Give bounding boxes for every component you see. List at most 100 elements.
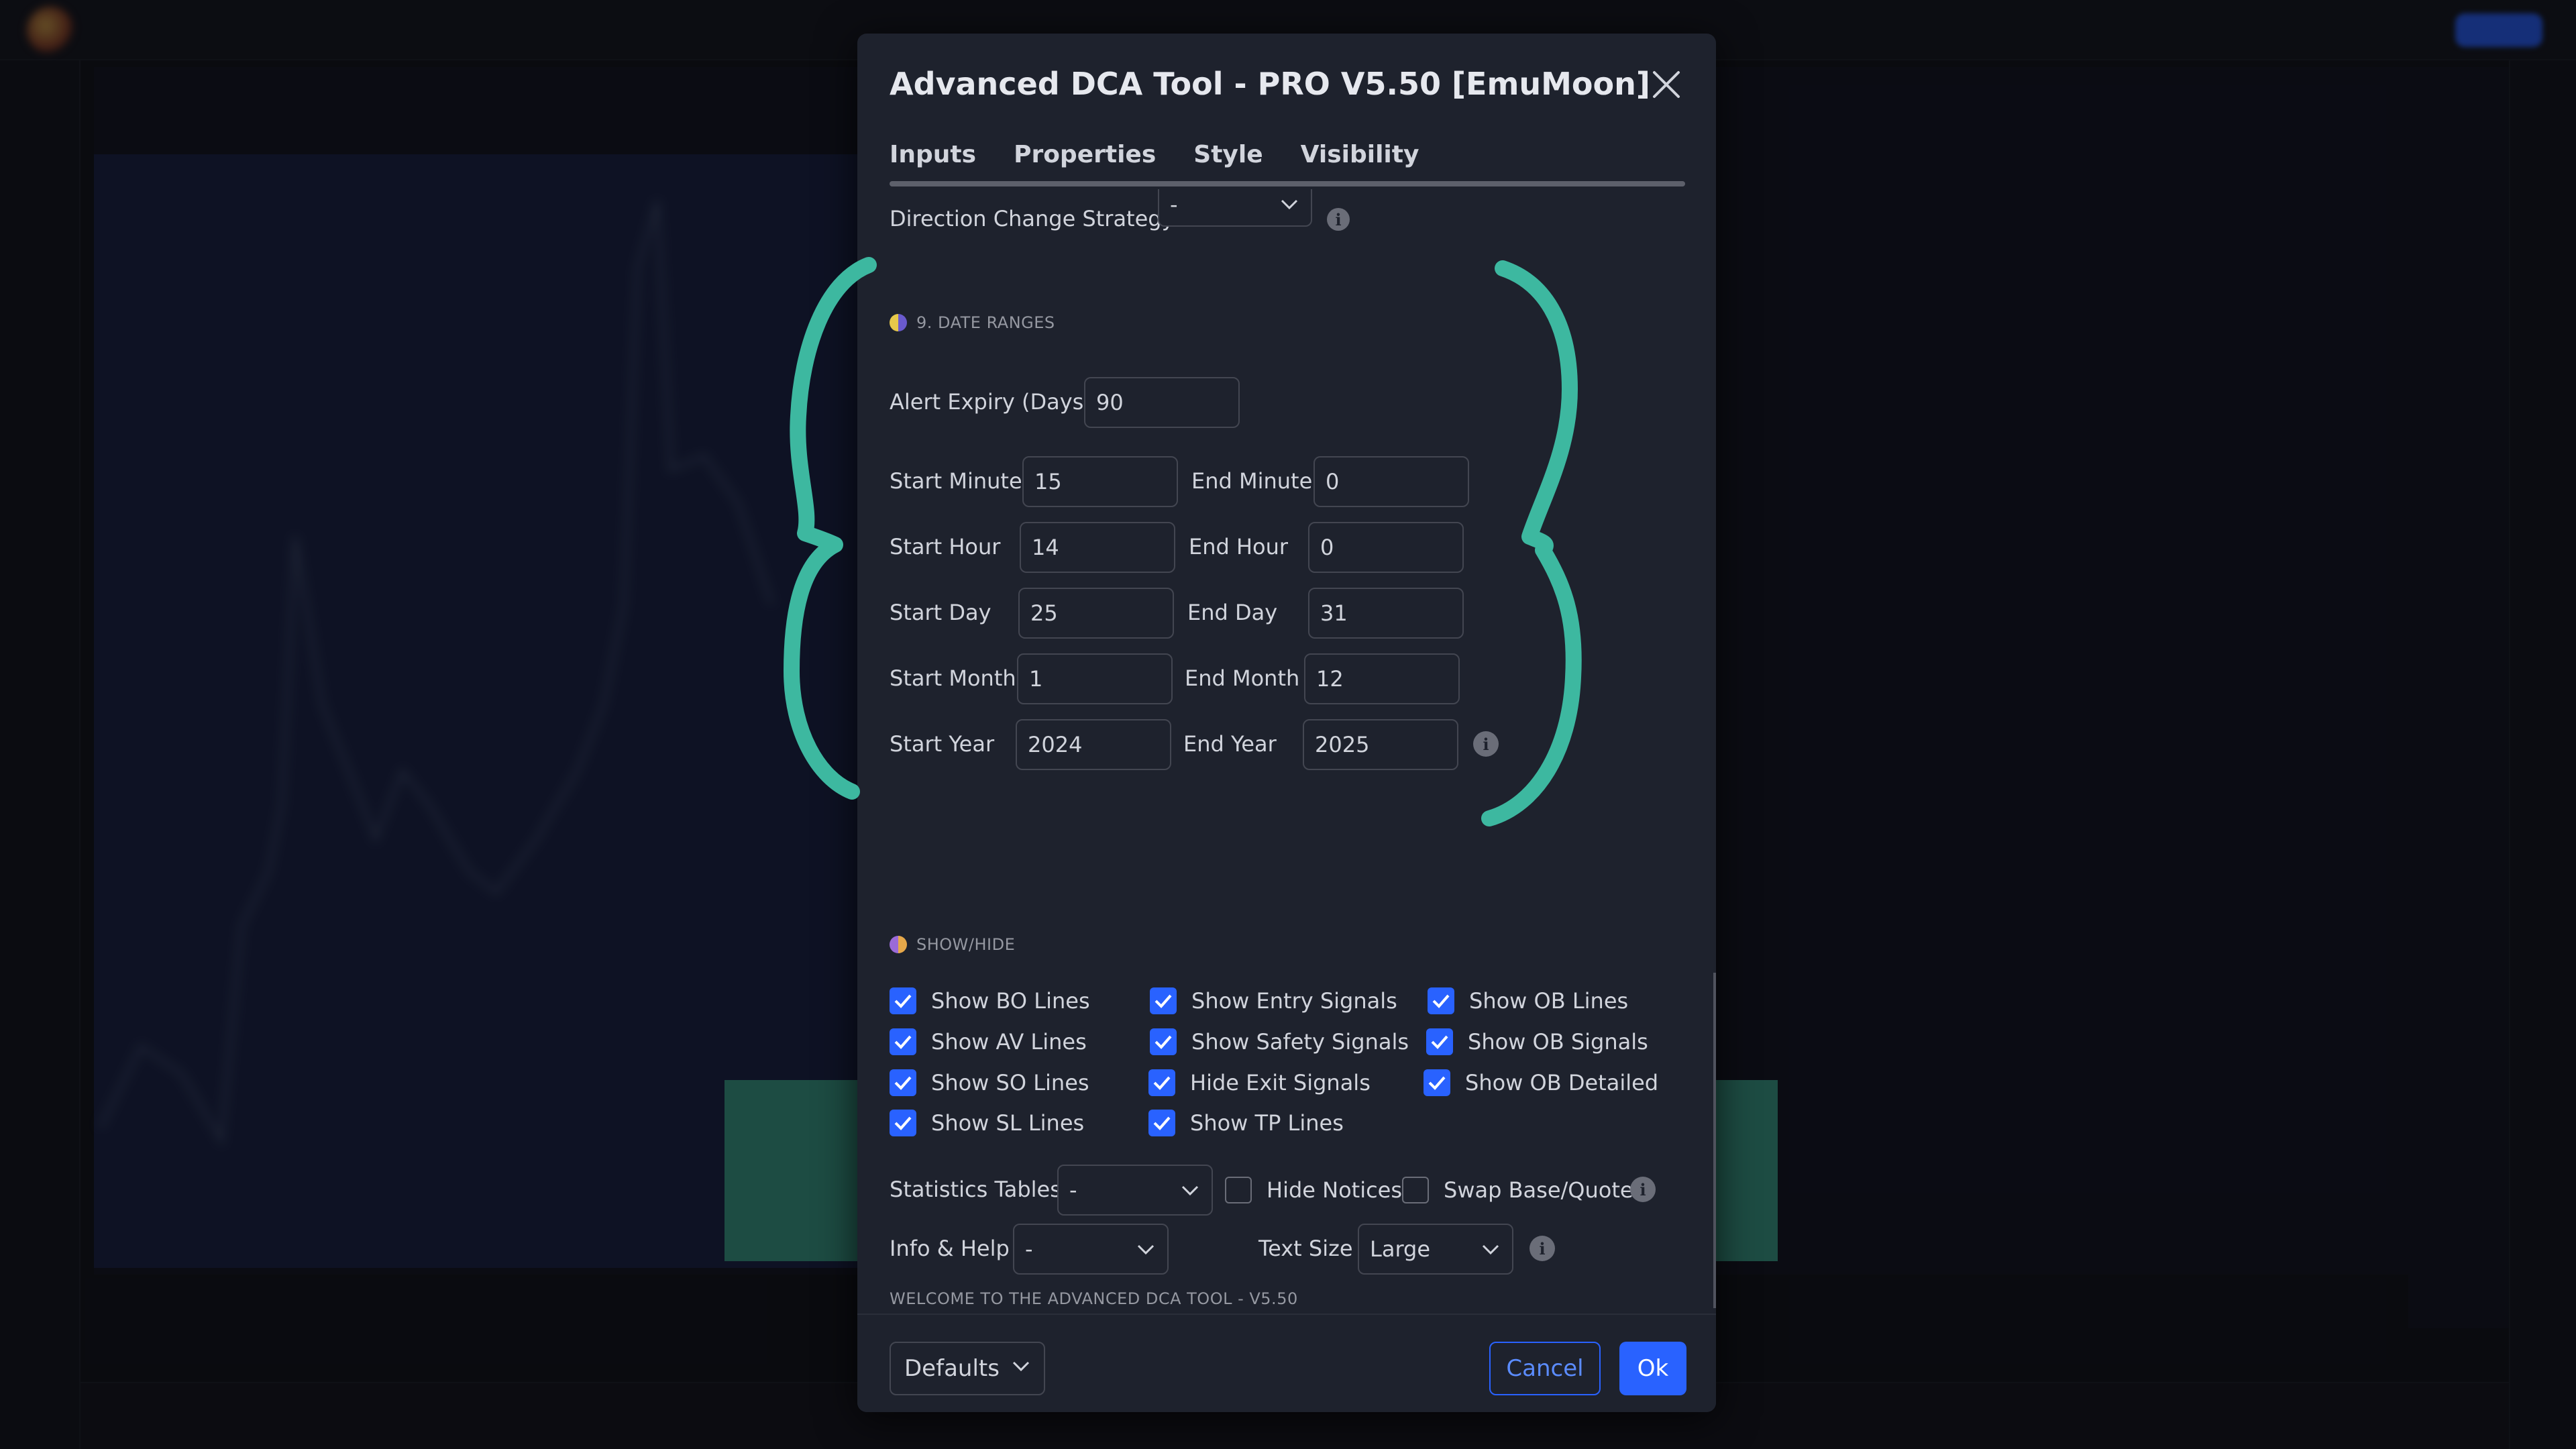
section-welcome-heading: WELCOME TO THE ADVANCED DCA TOOL - V5.50	[890, 1289, 1298, 1308]
statistics-tables-label: Statistics Tables	[890, 1177, 1061, 1202]
start-hour-label: Start Hour	[890, 534, 1001, 559]
start-month-label: Start Month	[890, 665, 1016, 691]
checkbox-label: Show Entry Signals	[1191, 988, 1397, 1014]
checkmark-icon	[890, 1110, 916, 1136]
section-welcome: WELCOME TO THE ADVANCED DCA TOOL - V5.50	[890, 1289, 1298, 1308]
alert-expiry-label: Alert Expiry (Days)	[890, 389, 1092, 415]
close-icon	[1653, 71, 1680, 98]
end-minute-input[interactable]	[1313, 456, 1469, 507]
end-day-label: End Day	[1187, 600, 1278, 625]
end-hour-label: End Hour	[1189, 534, 1289, 559]
chevron-down-icon	[1181, 1185, 1199, 1196]
direction-change-strategy-select[interactable]: -	[1158, 189, 1312, 227]
checkbox-label: Show SO Lines	[931, 1070, 1089, 1095]
section-show-hide: SHOW/HIDE	[890, 935, 1015, 954]
cancel-button[interactable]: Cancel	[1489, 1342, 1601, 1395]
tab-scrollbar[interactable]	[890, 181, 1685, 186]
tab-style[interactable]: Style	[1193, 141, 1263, 168]
end-year-input[interactable]	[1303, 719, 1458, 770]
checkbox-label: Show AV Lines	[931, 1029, 1087, 1055]
checkmark-icon	[1148, 1069, 1175, 1096]
info-icon[interactable]: i	[1473, 731, 1499, 757]
alert-expiry-input[interactable]	[1084, 377, 1240, 428]
show-entry-signals-checkbox[interactable]: Show Entry Signals	[1150, 987, 1397, 1014]
show-safety-signals-checkbox[interactable]: Show Safety Signals	[1150, 1028, 1409, 1055]
checkbox-label: Show OB Lines	[1469, 988, 1629, 1014]
info-icon[interactable]: i	[1529, 1236, 1555, 1261]
swap-base-quote-checkbox[interactable]: Swap Base/Quote	[1402, 1177, 1633, 1203]
chevron-down-icon	[1012, 1361, 1030, 1372]
chevron-down-icon	[1281, 199, 1298, 210]
info-icon[interactable]: i	[1630, 1177, 1656, 1202]
show-av-lines-checkbox[interactable]: Show AV Lines	[890, 1028, 1087, 1055]
show-bo-lines-checkbox[interactable]: Show BO Lines	[890, 987, 1090, 1014]
dialog-title: Advanced DCA Tool - PRO V5.50 [EmuMoon]	[890, 66, 1650, 102]
checkmark-icon	[1426, 1028, 1453, 1055]
info-help-label: Info & Help	[890, 1236, 1010, 1261]
checkbox-label: Hide Exit Signals	[1190, 1070, 1371, 1095]
show-so-lines-checkbox[interactable]: Show SO Lines	[890, 1069, 1089, 1096]
checkmark-icon	[890, 987, 916, 1014]
text-size-label: Text Size	[1258, 1236, 1353, 1261]
end-month-label: End Month	[1185, 665, 1300, 691]
end-minute-label: End Minute	[1191, 468, 1313, 494]
end-day-input[interactable]	[1308, 588, 1464, 639]
checkbox-label: Show SL Lines	[931, 1110, 1085, 1136]
direction-change-strategy-label: Direction Change Strategy	[890, 206, 1175, 231]
end-month-input[interactable]	[1304, 653, 1460, 704]
show-ob-signals-checkbox[interactable]: Show OB Signals	[1426, 1028, 1648, 1055]
text-size-value: Large	[1370, 1236, 1431, 1262]
checkbox-label: Show TP Lines	[1190, 1110, 1344, 1136]
info-help-select[interactable]: -	[1013, 1224, 1169, 1275]
show-tp-lines-checkbox[interactable]: Show TP Lines	[1148, 1110, 1344, 1136]
statistics-tables-value: -	[1069, 1177, 1077, 1203]
info-icon[interactable]: i	[1327, 208, 1350, 231]
chevron-down-icon	[1137, 1244, 1155, 1255]
checkmark-icon	[890, 1028, 916, 1055]
checkbox-label: Show OB Signals	[1468, 1029, 1648, 1055]
settings-dialog: Advanced DCA Tool - PRO V5.50 [EmuMoon] …	[857, 34, 1716, 1412]
inputs-scroll-area[interactable]: Direction Change Strategy - i 9. DATE RA…	[857, 189, 1716, 1350]
start-hour-input[interactable]	[1020, 522, 1175, 573]
section-dot-icon	[890, 936, 907, 953]
ok-button[interactable]: Ok	[1619, 1342, 1686, 1395]
defaults-button[interactable]: Defaults	[890, 1342, 1045, 1395]
show-sl-lines-checkbox[interactable]: Show SL Lines	[890, 1110, 1084, 1136]
statistics-tables-select[interactable]: -	[1057, 1165, 1213, 1216]
tab-inputs[interactable]: Inputs	[890, 141, 976, 168]
checkbox-label: Show BO Lines	[931, 988, 1090, 1014]
section-dot-icon	[890, 314, 907, 331]
checkmark-icon	[1148, 1110, 1175, 1136]
show-ob-lines-checkbox[interactable]: Show OB Lines	[1428, 987, 1628, 1014]
start-day-input[interactable]	[1018, 588, 1174, 639]
text-size-select[interactable]: Large	[1358, 1224, 1513, 1275]
hide-exit-signals-checkbox[interactable]: Hide Exit Signals	[1148, 1069, 1371, 1096]
defaults-button-label: Defaults	[904, 1355, 1000, 1382]
info-help-value: -	[1025, 1236, 1033, 1262]
checkbox-box	[1402, 1177, 1429, 1203]
checkbox-label: Show Safety Signals	[1191, 1029, 1409, 1055]
hide-notices-checkbox[interactable]: Hide Notices	[1225, 1177, 1402, 1203]
start-month-input[interactable]	[1017, 653, 1173, 704]
tab-visibility[interactable]: Visibility	[1301, 141, 1419, 168]
end-hour-input[interactable]	[1308, 522, 1464, 573]
start-year-input[interactable]	[1016, 719, 1171, 770]
checkmark-icon	[1150, 987, 1177, 1014]
section-date-ranges-heading: 9. DATE RANGES	[916, 313, 1055, 332]
close-button[interactable]	[1648, 66, 1685, 103]
checkbox-label: Show OB Detailed	[1465, 1070, 1659, 1095]
checkbox-label: Swap Base/Quote	[1444, 1177, 1633, 1203]
start-minute-input[interactable]	[1022, 456, 1178, 507]
dialog-footer: Defaults Cancel Ok	[857, 1313, 1716, 1412]
vertical-scrollbar[interactable]	[1713, 973, 1716, 1308]
start-minute-label: Start Minute	[890, 468, 1022, 494]
chevron-down-icon	[1482, 1244, 1499, 1255]
show-ob-detailed-checkbox[interactable]: Show OB Detailed	[1424, 1069, 1658, 1096]
checkbox-box	[1225, 1177, 1252, 1203]
end-year-label: End Year	[1183, 731, 1277, 757]
checkmark-icon	[1150, 1028, 1177, 1055]
checkmark-icon	[890, 1069, 916, 1096]
checkmark-icon	[1424, 1069, 1450, 1096]
tab-properties[interactable]: Properties	[1014, 141, 1156, 168]
checkmark-icon	[1428, 987, 1454, 1014]
